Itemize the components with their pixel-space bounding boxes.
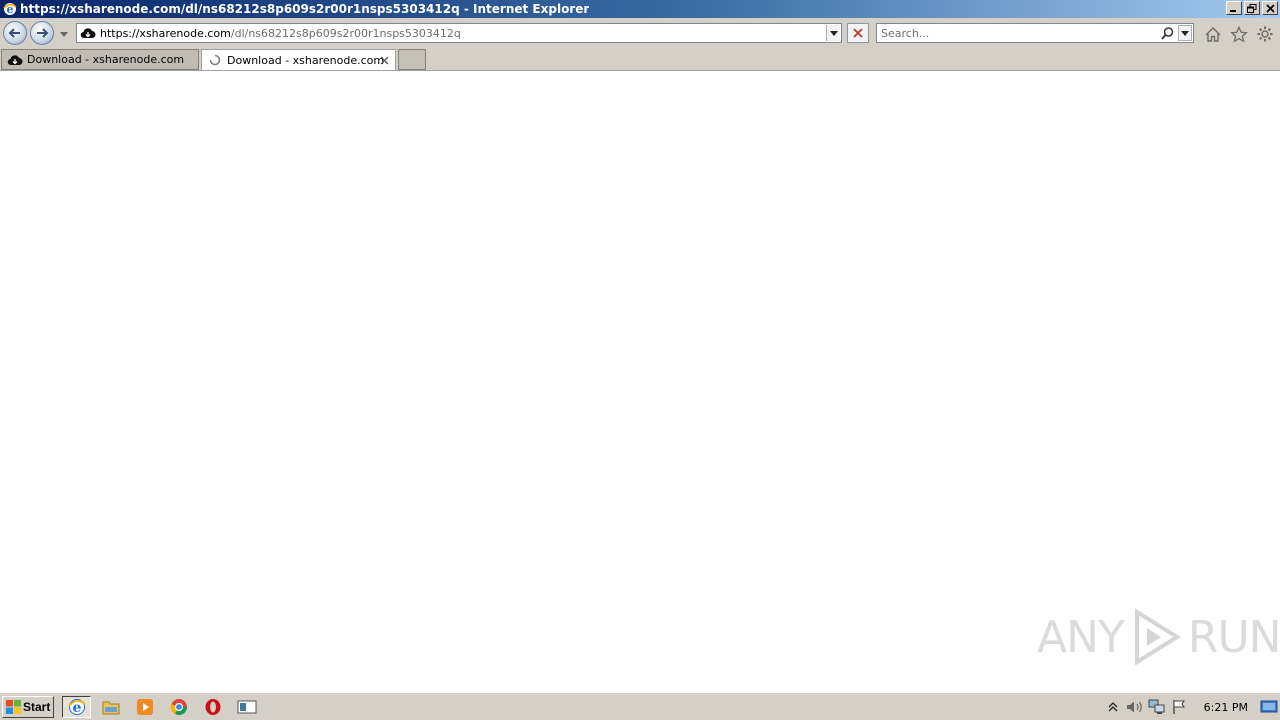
watermark-right-text: RUN [1187, 611, 1280, 663]
windows-logo-icon [5, 699, 21, 715]
toolbar-icons [1203, 24, 1275, 44]
search-input[interactable] [881, 26, 1151, 40]
search-dropdown-button[interactable] [1178, 25, 1192, 41]
show-desktop-icon[interactable] [1258, 696, 1280, 718]
media-player-icon[interactable] [130, 696, 159, 718]
history-dropdown[interactable] [58, 28, 70, 40]
watermark-left-text: ANY [1037, 611, 1125, 663]
chevron-down-icon [829, 30, 838, 36]
chevron-down-icon [60, 31, 68, 37]
taskbar: Start e 6:21 PM [0, 692, 1280, 720]
back-button[interactable] [3, 21, 27, 45]
close-icon [1265, 3, 1275, 13]
tab-label: Download - xsharenode.com [27, 53, 185, 66]
gear-icon[interactable] [1255, 24, 1275, 44]
cloud-download-icon [79, 24, 97, 42]
show-hidden-icons-icon[interactable] [1102, 696, 1124, 718]
cloud-download-icon [7, 52, 23, 68]
address-url[interactable]: https://xsharenode.com/dl/ns68212s8p609s… [100, 27, 461, 40]
stop-x-icon [853, 28, 863, 38]
ie-icon: e [2, 1, 18, 17]
start-label: Start [23, 700, 51, 714]
window-titlebar: e https://xsharenode.com/dl/ns68212s8p60… [0, 0, 1280, 18]
volume-icon[interactable] [1124, 696, 1146, 718]
home-icon[interactable] [1203, 24, 1223, 44]
window-app-icon[interactable] [232, 696, 261, 718]
opera-icon[interactable] [198, 696, 227, 718]
address-host: https://xsharenode.com [100, 26, 231, 40]
favorites-star-icon[interactable] [1229, 24, 1249, 44]
forward-button[interactable] [30, 21, 54, 45]
ie-icon[interactable]: e [62, 696, 91, 718]
address-path: /dl/ns68212s8p609s2r00r1nsps5303412q [230, 26, 461, 40]
loading-spinner-icon [207, 52, 223, 68]
start-button[interactable]: Start [2, 696, 54, 718]
network-icon[interactable] [1146, 696, 1168, 718]
minimize-icon [1230, 10, 1236, 12]
restore-button[interactable] [1244, 1, 1260, 15]
window-controls [1226, 1, 1278, 15]
quick-launch: e [62, 696, 261, 718]
action-center-flag-icon[interactable] [1168, 696, 1190, 718]
close-window-button[interactable] [1262, 1, 1278, 15]
stop-button[interactable] [847, 23, 869, 43]
back-arrow-icon [8, 28, 20, 38]
restore-icon [1247, 3, 1257, 13]
address-dropdown-button[interactable] [826, 25, 840, 41]
search-box[interactable] [876, 23, 1194, 43]
taskbar-clock[interactable]: 6:21 PM [1204, 701, 1248, 714]
tab-bar: Download - xsharenode.com Download - xsh… [0, 48, 1280, 71]
minimize-button[interactable] [1226, 1, 1242, 15]
page-content [0, 71, 1280, 692]
new-tab-button[interactable] [398, 49, 426, 70]
chrome-icon[interactable] [164, 696, 193, 718]
explorer-folder-icon[interactable] [96, 696, 125, 718]
navigation-bar: https://xsharenode.com/dl/ns68212s8p609s… [0, 18, 1280, 48]
tab-label: Download - xsharenode.com [227, 53, 385, 67]
close-tab-icon[interactable] [377, 53, 391, 67]
system-tray: 6:21 PM [1102, 695, 1280, 719]
anyrun-watermark: ANY RUN [1037, 607, 1280, 667]
tab-download-1[interactable]: Download - xsharenode.com [1, 49, 199, 70]
forward-arrow-icon [37, 28, 49, 38]
search-icon[interactable] [1159, 26, 1175, 41]
play-triangle-icon [1128, 607, 1184, 667]
tab-download-2[interactable]: Download - xsharenode.com [201, 49, 396, 70]
address-bar[interactable]: https://xsharenode.com/dl/ns68212s8p609s… [76, 23, 842, 43]
window-title: https://xsharenode.com/dl/ns68212s8p609s… [20, 2, 590, 16]
chevron-down-icon [1181, 30, 1189, 36]
